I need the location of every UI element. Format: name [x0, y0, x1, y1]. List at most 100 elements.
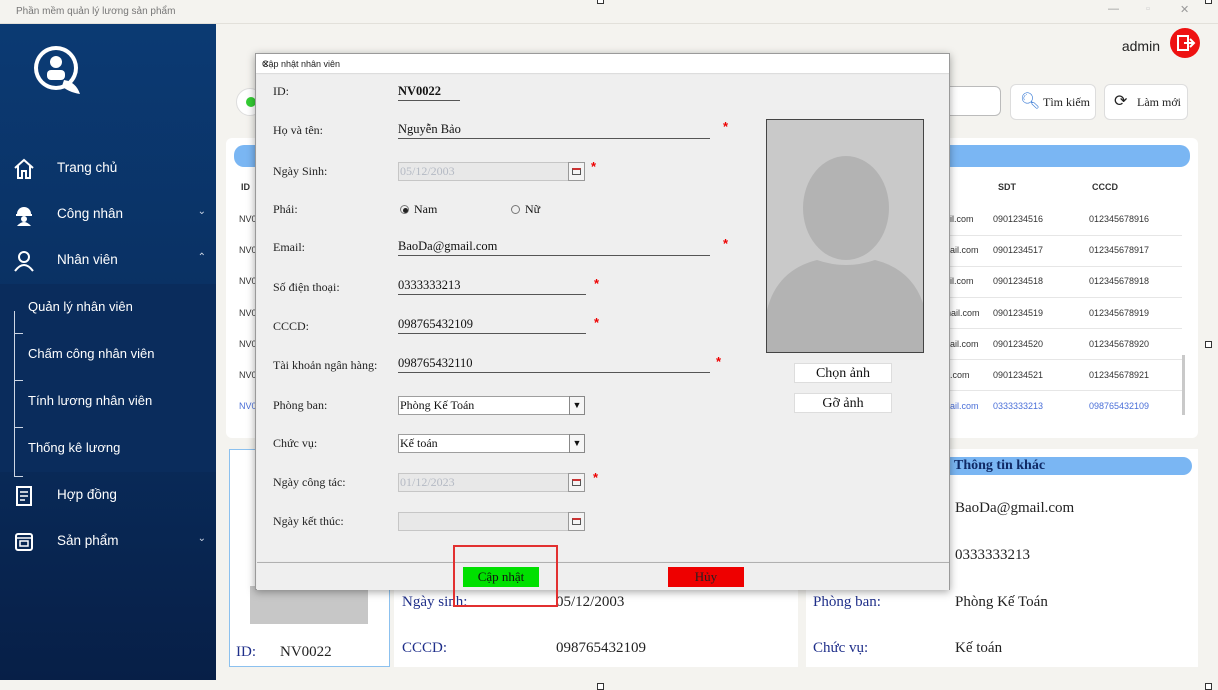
search-button[interactable]: 🔍︎ Tìm kiếm	[1010, 84, 1096, 120]
cell-cccd: 012345678918	[1089, 276, 1150, 286]
refresh-icon: ⟳	[1114, 93, 1128, 110]
chevron-down-icon: ⌄	[197, 206, 206, 217]
name-label: Họ và tên:	[273, 123, 323, 137]
gender-radio-male[interactable]: Nam	[400, 202, 437, 217]
sidebar-item-home[interactable]: Trang chủ	[0, 146, 216, 192]
cell-cccd: 012345678921	[1089, 370, 1150, 380]
refresh-button[interactable]: ⟳ Làm mới	[1104, 84, 1188, 120]
sidebar: Trang chủ Công nhân ⌄ Nhân viên ⌃ Quản l…	[0, 24, 216, 680]
calendar-icon[interactable]	[568, 473, 585, 492]
resize-handle[interactable]	[1205, 683, 1212, 690]
calendar-icon[interactable]	[568, 512, 585, 531]
end-date-field[interactable]	[398, 512, 585, 531]
cell-cccd: 012345678916	[1089, 214, 1150, 224]
highlight-box	[453, 545, 558, 607]
department-select[interactable]: Phòng Kế Toán ▼	[398, 396, 585, 415]
choose-photo-button[interactable]: Chọn ảnh	[794, 363, 892, 383]
start-date-field[interactable]: 01/12/2023	[398, 473, 585, 492]
position-select[interactable]: Kế toán ▼	[398, 434, 585, 453]
radio-selected-icon	[400, 205, 409, 214]
resize-handle[interactable]	[597, 683, 604, 690]
cell-phone: 0333333213	[993, 401, 1044, 411]
detail-position-value: Kế toán	[955, 640, 1003, 656]
position-select-value: Kế toán	[400, 436, 438, 450]
close-icon[interactable]: ✕	[262, 59, 941, 70]
bank-account-field[interactable]: 098765432110	[398, 355, 710, 373]
cell-email: il.com	[950, 214, 974, 224]
avatar-placeholder-icon	[767, 120, 923, 352]
employee-photo-placeholder	[250, 586, 368, 624]
submenu-tree-line	[14, 311, 24, 477]
detail-phone-value: 0333333213	[955, 547, 1030, 563]
cell-cccd: 012345678919	[1089, 308, 1150, 318]
position-label: Chức vụ:	[273, 436, 318, 450]
search-input[interactable]	[946, 86, 1001, 116]
cell-phone: 0901234517	[993, 245, 1044, 255]
sidebar-item-workers[interactable]: Công nhân ⌄	[0, 192, 216, 238]
dropdown-arrow-icon[interactable]: ▼	[569, 434, 585, 453]
logout-icon[interactable]	[1170, 28, 1200, 58]
close-window-icon[interactable]: ✕	[1180, 3, 1189, 16]
id-label: ID:	[273, 84, 289, 98]
dialog-titlebar: Cập nhật nhân viên ✕	[256, 54, 949, 74]
user-icon	[14, 251, 34, 272]
department-label: Phòng ban:	[273, 398, 328, 412]
cell-id: NV0	[239, 308, 257, 318]
required-mark: *	[723, 119, 729, 134]
sidebar-item-contracts[interactable]: Hợp đồng	[0, 473, 216, 519]
detail-email-value: BaoDa@gmail.com	[955, 500, 1075, 516]
cell-email: .com	[950, 370, 970, 380]
cell-email: ail.com	[950, 339, 979, 349]
detail-cccd-label: CCCD:	[402, 640, 448, 656]
resize-handle[interactable]	[597, 0, 604, 4]
sidebar-item-label: Quản lý nhân viên	[28, 299, 133, 314]
chevron-up-icon: ⌃	[197, 252, 206, 263]
cell-id: NV0	[239, 245, 257, 255]
bank-account-label: Tài khoản ngân hàng:	[273, 358, 378, 372]
contract-icon	[16, 486, 32, 506]
app-logo-icon	[34, 46, 80, 94]
minimize-icon[interactable]: —	[1108, 3, 1119, 15]
detail-position-label: Chức vụ:	[813, 640, 869, 656]
dropdown-arrow-icon[interactable]: ▼	[569, 396, 585, 415]
gender-radio-female[interactable]: Nữ	[511, 202, 540, 217]
sidebar-item-label: Nhân viên	[57, 252, 118, 267]
home-icon	[14, 158, 34, 179]
cell-phone: 0901234516	[993, 214, 1044, 224]
start-date-value: 01/12/2023	[400, 475, 455, 489]
sidebar-item-label: Công nhân	[57, 206, 124, 221]
remove-photo-button[interactable]: Gỡ ảnh	[794, 393, 892, 413]
maximize-icon[interactable]: ▫	[1146, 3, 1150, 15]
resize-handle[interactable]	[1205, 341, 1212, 348]
cancel-button[interactable]: Hủy	[668, 567, 744, 587]
other-info-title: Thông tin khác	[954, 458, 1046, 473]
window-title: Phần mềm quản lý lương sản phẩm	[16, 6, 176, 17]
cccd-field[interactable]: 098765432109	[398, 316, 586, 334]
calendar-icon[interactable]	[568, 162, 585, 181]
dialog-footer: Cập nhật Hủy	[257, 562, 949, 590]
cell-id: NV0	[239, 214, 257, 224]
sidebar-item-employees[interactable]: Nhân viên ⌃	[0, 238, 216, 284]
cccd-label: CCCD:	[273, 319, 310, 333]
cell-phone: 0901234519	[993, 308, 1044, 318]
cell-id: NV0	[239, 339, 257, 349]
radio-label: Nữ	[525, 202, 541, 216]
chevron-down-icon: ⌄	[197, 533, 206, 544]
sidebar-item-salary-stats[interactable]: Thống kê lương	[0, 425, 216, 472]
email-field[interactable]: BaoDa@gmail.com	[398, 238, 710, 256]
name-field[interactable]: Nguyễn Bảo	[398, 121, 710, 139]
sidebar-item-label: Sản phẩm	[57, 533, 119, 548]
sidebar-item-products[interactable]: Sản phẩm ⌄	[0, 519, 216, 565]
sidebar-item-manage-employees[interactable]: Quản lý nhân viên	[0, 284, 216, 331]
column-header-phone: SDT	[998, 182, 1016, 192]
sidebar-item-attendance[interactable]: Chấm công nhân viên	[0, 331, 216, 378]
sidebar-item-salary-calc[interactable]: Tính lương nhân viên	[0, 378, 216, 425]
phone-field[interactable]: 0333333213	[398, 277, 586, 295]
resize-handle[interactable]	[1205, 0, 1212, 4]
column-header-id: ID	[241, 182, 250, 192]
birth-date-field[interactable]: 05/12/2003	[398, 162, 585, 181]
required-mark: *	[593, 470, 599, 485]
table-scrollbar[interactable]	[1182, 355, 1185, 415]
birth-date-value: 05/12/2003	[400, 164, 455, 178]
cell-cccd: 012345678917	[1089, 245, 1150, 255]
